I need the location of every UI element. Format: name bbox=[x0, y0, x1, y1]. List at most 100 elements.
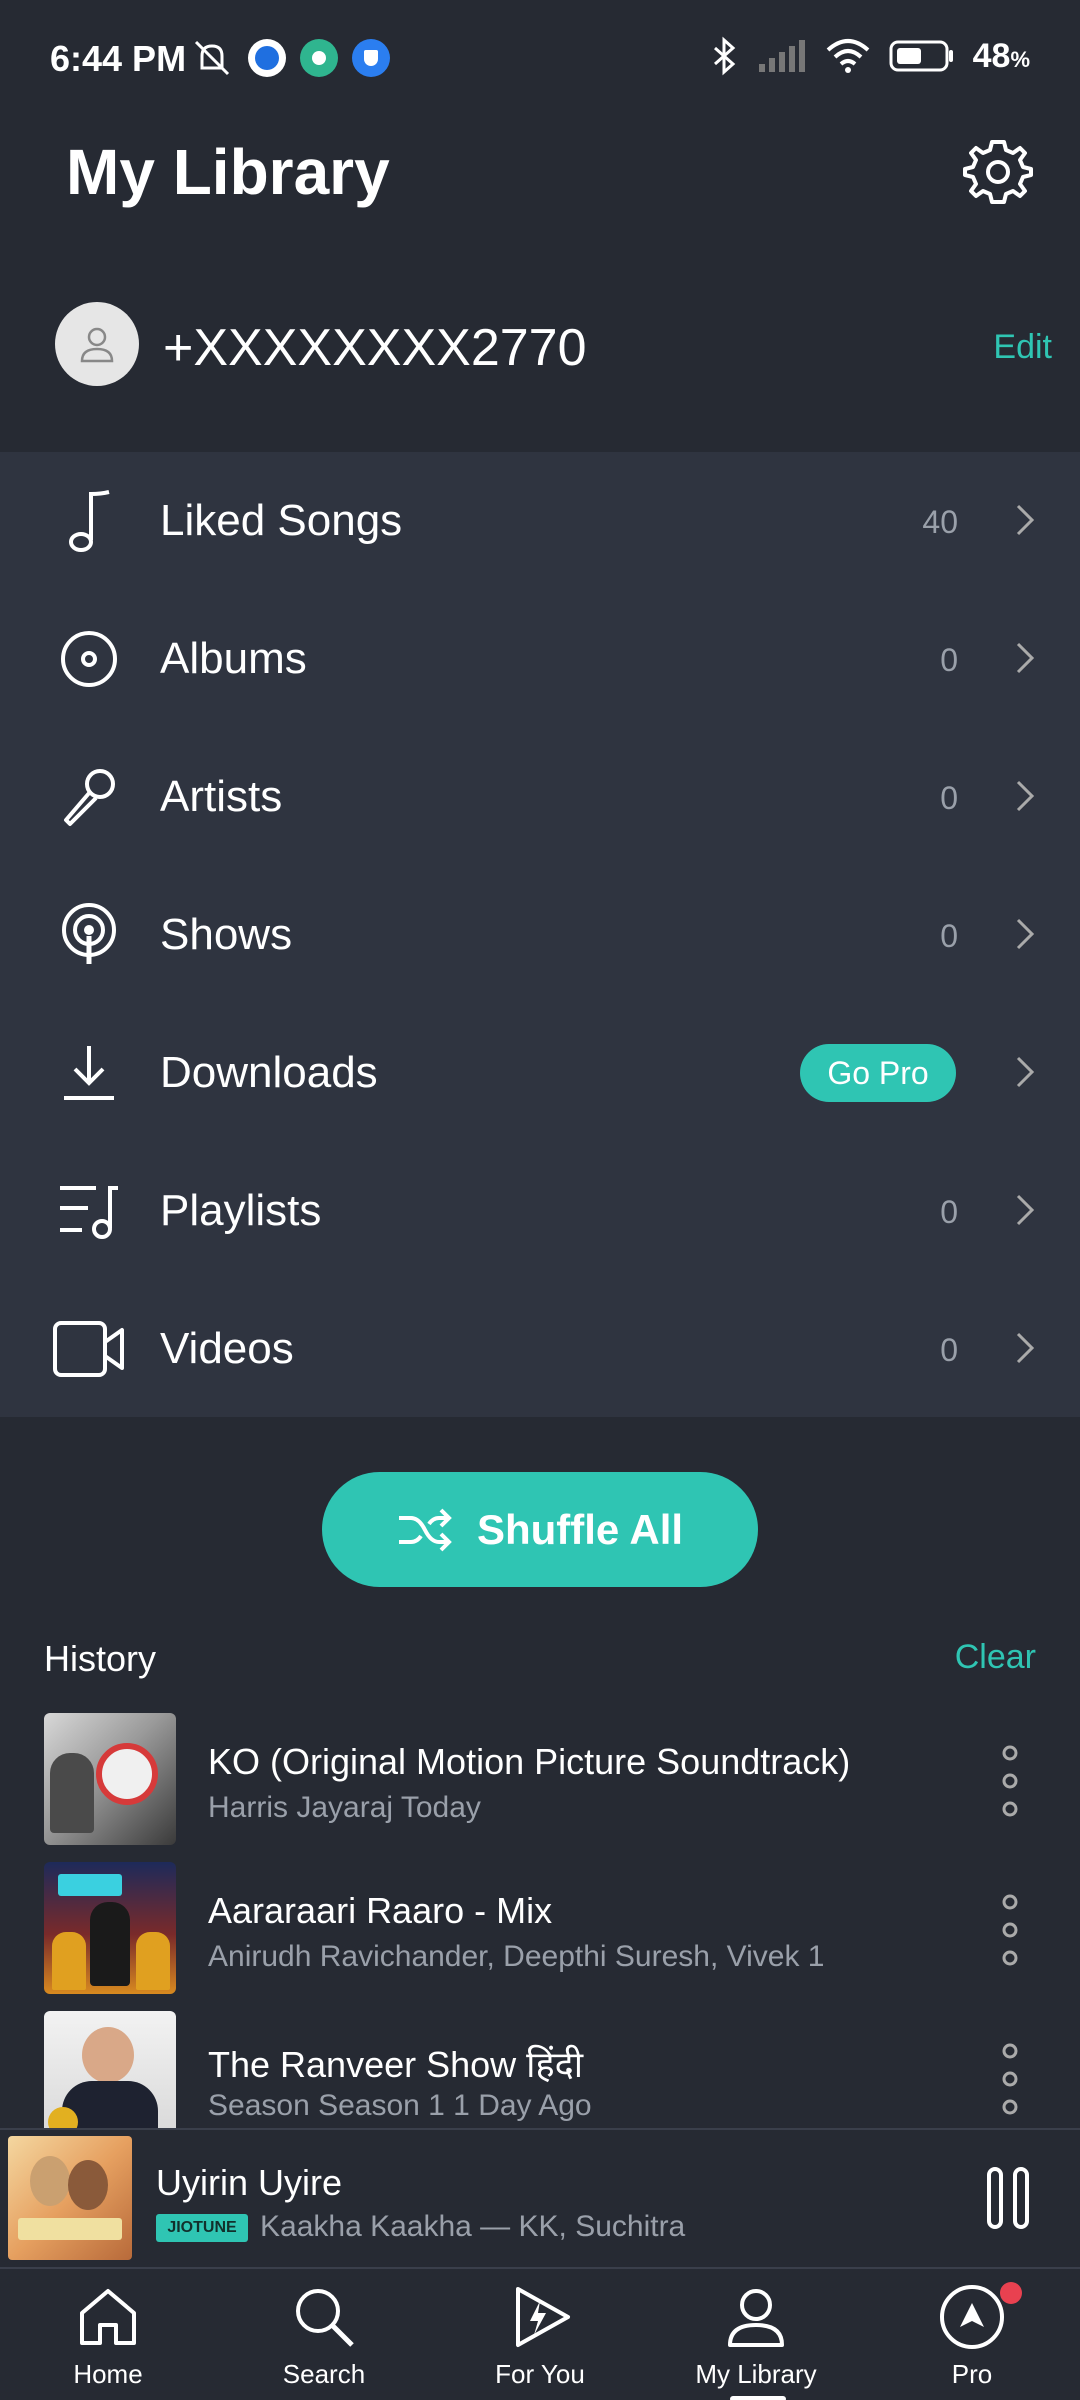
podcast-art bbox=[44, 2011, 176, 2143]
status-time: 6:44 PM bbox=[50, 38, 187, 79]
library-item-albums[interactable]: Albums 0 bbox=[0, 590, 1080, 728]
pro-badge-icon bbox=[940, 2285, 1004, 2349]
library-item-shows[interactable]: Shows 0 bbox=[0, 866, 1080, 1004]
nav-pro[interactable]: Pro bbox=[864, 2269, 1080, 2400]
playlist-icon bbox=[60, 1186, 118, 1239]
now-playing-title: Uyirin Uyire bbox=[156, 2162, 343, 2203]
library-item-label: Shows bbox=[160, 910, 293, 959]
user-profile-icon bbox=[728, 2289, 784, 2347]
edit-profile-link[interactable]: Edit bbox=[993, 328, 1052, 367]
shuffle-icon bbox=[398, 1508, 452, 1551]
active-tab-indicator bbox=[730, 2396, 786, 2400]
shuffle-all-button[interactable]: Shuffle All bbox=[322, 1472, 758, 1587]
library-item-count: 0 bbox=[940, 1194, 958, 1230]
library-item-artists[interactable]: Artists 0 bbox=[0, 728, 1080, 866]
status-bar: 6:44 PM 48% bbox=[0, 0, 1080, 120]
library-item-count: 0 bbox=[940, 918, 958, 954]
library-item-downloads[interactable]: Downloads Go Pro bbox=[0, 1004, 1080, 1142]
history-title: History bbox=[44, 1638, 157, 1679]
library-list: Liked Songs 40 Albums 0 Artists 0 Shows … bbox=[0, 452, 1080, 1417]
chevron-right-icon bbox=[1016, 1194, 1035, 1226]
download-icon bbox=[64, 1046, 114, 1100]
chevron-right-icon bbox=[1016, 642, 1035, 674]
bottom-nav: Home Search For You My Library Pro bbox=[0, 2267, 1080, 2400]
nav-home[interactable]: Home bbox=[0, 2269, 216, 2400]
nav-for-you[interactable]: For You bbox=[432, 2269, 648, 2400]
chat-app-icon bbox=[248, 39, 286, 77]
podcast-icon bbox=[62, 903, 116, 964]
history-item[interactable]: KO (Original Motion Picture Soundtrack) … bbox=[0, 1713, 1080, 1853]
nav-label: Pro bbox=[951, 2359, 993, 2389]
more-options-icon[interactable] bbox=[998, 2039, 1022, 2119]
library-item-count: 0 bbox=[940, 642, 958, 678]
mute-icon bbox=[194, 40, 230, 76]
nav-search[interactable]: Search bbox=[216, 2269, 432, 2400]
wifi-icon bbox=[826, 39, 869, 73]
chevron-right-icon bbox=[1016, 918, 1035, 950]
history-item-title: The Ranveer Show हिंदी bbox=[208, 2044, 584, 2085]
play-bolt-icon bbox=[516, 2287, 570, 2347]
library-item-label: Playlists bbox=[160, 1186, 322, 1235]
notification-dot bbox=[1000, 2282, 1022, 2304]
album-art bbox=[44, 1862, 176, 1994]
nav-label: Home bbox=[73, 2359, 143, 2389]
library-item-count: 0 bbox=[940, 1332, 958, 1368]
nav-label: For You bbox=[495, 2359, 585, 2389]
page-title: My Library bbox=[66, 136, 390, 208]
music-note-icon bbox=[69, 490, 110, 552]
history-item[interactable]: Aararaari Raaro - Mix Anirudh Ravichande… bbox=[0, 1862, 1080, 2002]
system-icons: 48% bbox=[709, 36, 1030, 76]
signal-icon bbox=[758, 40, 805, 72]
album-art bbox=[44, 1713, 176, 1845]
profile-phone: +XXXXXXXX2770 bbox=[163, 319, 587, 377]
avatar[interactable] bbox=[55, 302, 139, 386]
notification-icons bbox=[190, 38, 390, 78]
more-options-icon[interactable] bbox=[998, 1741, 1022, 1821]
history-item-title: KO (Original Motion Picture Soundtrack) bbox=[208, 1741, 851, 1782]
library-item-label: Albums bbox=[160, 634, 307, 683]
history-item-subtitle: Harris Jayaraj Today bbox=[208, 1791, 481, 1824]
now-playing-art bbox=[8, 2136, 132, 2260]
chevron-right-icon bbox=[1016, 1056, 1035, 1088]
nav-label: Search bbox=[282, 2359, 366, 2389]
history-item-subtitle: Anirudh Ravichander, Deepthi Suresh, Viv… bbox=[208, 1940, 825, 1973]
now-playing-subtitle: Kaakha Kaakha — KK, Suchitra bbox=[260, 2210, 686, 2243]
chevron-right-icon bbox=[1016, 780, 1035, 812]
history-item-subtitle: Season Season 1 1 Day Ago bbox=[208, 2089, 592, 2122]
nav-my-library[interactable]: My Library bbox=[648, 2269, 864, 2400]
library-item-count: 0 bbox=[940, 780, 958, 816]
pause-icon[interactable] bbox=[986, 2166, 1030, 2230]
chevron-right-icon bbox=[1016, 504, 1035, 536]
user-icon bbox=[80, 327, 114, 363]
library-item-label: Artists bbox=[160, 772, 283, 821]
shuffle-all-label: Shuffle All bbox=[476, 1505, 684, 1553]
nav-label: My Library bbox=[695, 2359, 817, 2389]
settings-gear-icon[interactable] bbox=[962, 136, 1034, 208]
more-options-icon[interactable] bbox=[998, 1890, 1022, 1970]
battery-percentage: 48% bbox=[972, 36, 1030, 75]
library-item-liked-songs[interactable]: Liked Songs 40 bbox=[0, 452, 1080, 590]
saavn-app-icon bbox=[300, 39, 338, 77]
clear-history-link[interactable]: Clear bbox=[955, 1638, 1036, 1677]
bluetooth-icon bbox=[713, 36, 735, 76]
library-item-label: Videos bbox=[160, 1324, 294, 1373]
search-icon bbox=[296, 2289, 354, 2347]
library-item-videos[interactable]: Videos 0 bbox=[0, 1280, 1080, 1418]
battery-icon bbox=[889, 40, 953, 72]
battery-unit: % bbox=[1010, 46, 1030, 72]
shield-app-icon bbox=[352, 39, 390, 77]
mini-player[interactable]: Uyirin Uyire JIOTUNE Kaakha Kaakha — KK,… bbox=[0, 2128, 1080, 2265]
profile-row[interactable]: +XXXXXXXX2770 Edit bbox=[0, 280, 1080, 450]
microphone-icon bbox=[64, 769, 115, 826]
library-item-playlists[interactable]: Playlists 0 bbox=[0, 1142, 1080, 1280]
jiotune-badge[interactable]: JIOTUNE bbox=[156, 2214, 248, 2242]
library-item-label: Downloads bbox=[160, 1048, 378, 1097]
go-pro-button[interactable]: Go Pro bbox=[800, 1044, 956, 1102]
library-item-label: Liked Songs bbox=[160, 496, 403, 545]
history-item-title: Aararaari Raaro - Mix bbox=[208, 1890, 553, 1931]
video-icon bbox=[53, 1321, 124, 1377]
home-icon bbox=[80, 2289, 136, 2345]
library-item-count: 40 bbox=[922, 504, 958, 540]
disc-icon bbox=[61, 631, 117, 687]
chevron-right-icon bbox=[1016, 1332, 1035, 1364]
